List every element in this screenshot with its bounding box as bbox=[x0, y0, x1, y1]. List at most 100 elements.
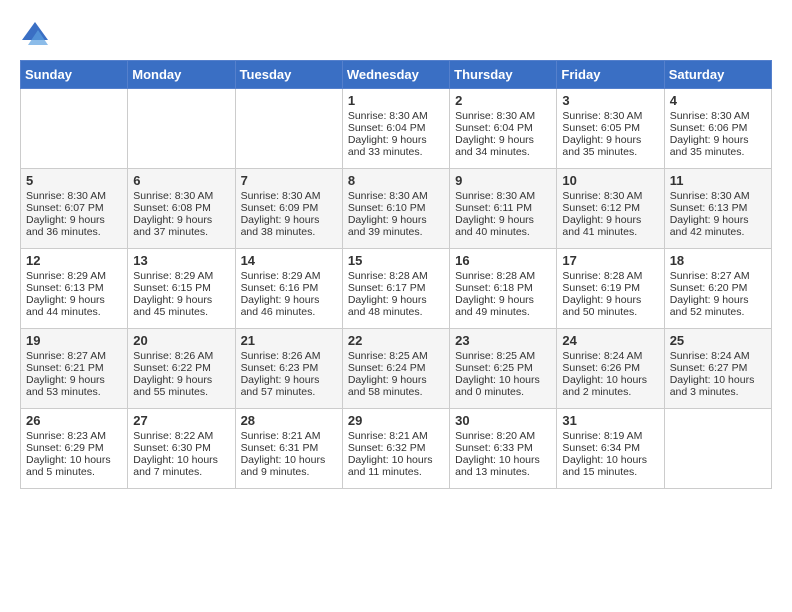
calendar-cell: 12Sunrise: 8:29 AMSunset: 6:13 PMDayligh… bbox=[21, 249, 128, 329]
day-info: Sunset: 6:29 PM bbox=[26, 442, 122, 454]
day-info: Sunset: 6:25 PM bbox=[455, 362, 551, 374]
day-info: Daylight: 9 hours and 41 minutes. bbox=[562, 214, 658, 238]
day-number: 7 bbox=[241, 173, 337, 188]
day-info: Sunrise: 8:30 AM bbox=[26, 190, 122, 202]
calendar-cell: 23Sunrise: 8:25 AMSunset: 6:25 PMDayligh… bbox=[450, 329, 557, 409]
day-info: Daylight: 10 hours and 3 minutes. bbox=[670, 374, 766, 398]
day-number: 27 bbox=[133, 413, 229, 428]
day-info: Daylight: 9 hours and 35 minutes. bbox=[670, 134, 766, 158]
calendar-cell: 28Sunrise: 8:21 AMSunset: 6:31 PMDayligh… bbox=[235, 409, 342, 489]
calendar-week-0: 1Sunrise: 8:30 AMSunset: 6:04 PMDaylight… bbox=[21, 89, 772, 169]
logo bbox=[20, 20, 54, 50]
day-number: 24 bbox=[562, 333, 658, 348]
day-info: Sunset: 6:08 PM bbox=[133, 202, 229, 214]
calendar-cell: 5Sunrise: 8:30 AMSunset: 6:07 PMDaylight… bbox=[21, 169, 128, 249]
calendar-header-friday: Friday bbox=[557, 61, 664, 89]
day-info: Daylight: 9 hours and 49 minutes. bbox=[455, 294, 551, 318]
day-info: Sunset: 6:07 PM bbox=[26, 202, 122, 214]
calendar-week-1: 5Sunrise: 8:30 AMSunset: 6:07 PMDaylight… bbox=[21, 169, 772, 249]
day-number: 30 bbox=[455, 413, 551, 428]
calendar-cell: 15Sunrise: 8:28 AMSunset: 6:17 PMDayligh… bbox=[342, 249, 449, 329]
day-info: Sunrise: 8:26 AM bbox=[133, 350, 229, 362]
calendar-week-4: 26Sunrise: 8:23 AMSunset: 6:29 PMDayligh… bbox=[21, 409, 772, 489]
calendar-cell: 2Sunrise: 8:30 AMSunset: 6:04 PMDaylight… bbox=[450, 89, 557, 169]
day-info: Sunrise: 8:30 AM bbox=[133, 190, 229, 202]
day-info: Daylight: 10 hours and 9 minutes. bbox=[241, 454, 337, 478]
day-info: Daylight: 9 hours and 34 minutes. bbox=[455, 134, 551, 158]
day-info: Sunrise: 8:20 AM bbox=[455, 430, 551, 442]
calendar-cell bbox=[664, 409, 771, 489]
day-number: 26 bbox=[26, 413, 122, 428]
calendar-cell bbox=[235, 89, 342, 169]
day-info: Sunrise: 8:30 AM bbox=[348, 110, 444, 122]
day-info: Sunrise: 8:30 AM bbox=[670, 190, 766, 202]
day-number: 10 bbox=[562, 173, 658, 188]
calendar-cell: 22Sunrise: 8:25 AMSunset: 6:24 PMDayligh… bbox=[342, 329, 449, 409]
day-number: 13 bbox=[133, 253, 229, 268]
day-number: 12 bbox=[26, 253, 122, 268]
day-info: Sunset: 6:19 PM bbox=[562, 282, 658, 294]
calendar-cell: 31Sunrise: 8:19 AMSunset: 6:34 PMDayligh… bbox=[557, 409, 664, 489]
calendar-cell: 1Sunrise: 8:30 AMSunset: 6:04 PMDaylight… bbox=[342, 89, 449, 169]
day-info: Daylight: 9 hours and 38 minutes. bbox=[241, 214, 337, 238]
calendar-cell: 13Sunrise: 8:29 AMSunset: 6:15 PMDayligh… bbox=[128, 249, 235, 329]
day-info: Daylight: 10 hours and 2 minutes. bbox=[562, 374, 658, 398]
day-info: Sunset: 6:22 PM bbox=[133, 362, 229, 374]
calendar-week-2: 12Sunrise: 8:29 AMSunset: 6:13 PMDayligh… bbox=[21, 249, 772, 329]
calendar-cell: 27Sunrise: 8:22 AMSunset: 6:30 PMDayligh… bbox=[128, 409, 235, 489]
day-number: 19 bbox=[26, 333, 122, 348]
calendar-cell: 21Sunrise: 8:26 AMSunset: 6:23 PMDayligh… bbox=[235, 329, 342, 409]
day-info: Sunrise: 8:30 AM bbox=[241, 190, 337, 202]
day-info: Sunrise: 8:21 AM bbox=[348, 430, 444, 442]
calendar-header-sunday: Sunday bbox=[21, 61, 128, 89]
day-number: 18 bbox=[670, 253, 766, 268]
day-info: Sunrise: 8:26 AM bbox=[241, 350, 337, 362]
day-info: Daylight: 9 hours and 55 minutes. bbox=[133, 374, 229, 398]
day-info: Sunset: 6:15 PM bbox=[133, 282, 229, 294]
calendar-cell: 10Sunrise: 8:30 AMSunset: 6:12 PMDayligh… bbox=[557, 169, 664, 249]
day-info: Sunrise: 8:25 AM bbox=[455, 350, 551, 362]
calendar: SundayMondayTuesdayWednesdayThursdayFrid… bbox=[20, 60, 772, 489]
day-info: Sunset: 6:04 PM bbox=[455, 122, 551, 134]
day-info: Sunset: 6:09 PM bbox=[241, 202, 337, 214]
calendar-cell bbox=[21, 89, 128, 169]
day-number: 8 bbox=[348, 173, 444, 188]
day-info: Sunrise: 8:27 AM bbox=[670, 270, 766, 282]
day-info: Daylight: 10 hours and 15 minutes. bbox=[562, 454, 658, 478]
calendar-cell: 29Sunrise: 8:21 AMSunset: 6:32 PMDayligh… bbox=[342, 409, 449, 489]
day-number: 21 bbox=[241, 333, 337, 348]
day-info: Sunrise: 8:30 AM bbox=[670, 110, 766, 122]
calendar-cell: 6 Sunrise: 8:30 AMSunset: 6:08 PMDaylight… bbox=[128, 169, 235, 249]
day-info: Daylight: 9 hours and 37 minutes. bbox=[133, 214, 229, 238]
calendar-cell: 3Sunrise: 8:30 AMSunset: 6:05 PMDaylight… bbox=[557, 89, 664, 169]
day-info: Sunset: 6:20 PM bbox=[670, 282, 766, 294]
day-number: 16 bbox=[455, 253, 551, 268]
day-info: Sunset: 6:31 PM bbox=[241, 442, 337, 454]
day-info: Sunrise: 8:30 AM bbox=[455, 190, 551, 202]
calendar-cell: 16Sunrise: 8:28 AMSunset: 6:18 PMDayligh… bbox=[450, 249, 557, 329]
calendar-body: 1Sunrise: 8:30 AMSunset: 6:04 PMDaylight… bbox=[21, 89, 772, 489]
day-info: Daylight: 9 hours and 40 minutes. bbox=[455, 214, 551, 238]
day-number: 17 bbox=[562, 253, 658, 268]
day-number: 15 bbox=[348, 253, 444, 268]
calendar-cell: 25Sunrise: 8:24 AMSunset: 6:27 PMDayligh… bbox=[664, 329, 771, 409]
day-number: 23 bbox=[455, 333, 551, 348]
day-info: Sunset: 6:33 PM bbox=[455, 442, 551, 454]
day-info: Daylight: 9 hours and 35 minutes. bbox=[562, 134, 658, 158]
day-info: Sunset: 6:34 PM bbox=[562, 442, 658, 454]
day-number: 6 bbox=[133, 173, 229, 188]
day-info: Sunrise: 8:29 AM bbox=[133, 270, 229, 282]
day-info: Daylight: 10 hours and 7 minutes. bbox=[133, 454, 229, 478]
logo-icon bbox=[20, 20, 50, 50]
day-info: Daylight: 9 hours and 46 minutes. bbox=[241, 294, 337, 318]
day-info: Sunrise: 8:24 AM bbox=[562, 350, 658, 362]
calendar-cell: 14Sunrise: 8:29 AMSunset: 6:16 PMDayligh… bbox=[235, 249, 342, 329]
day-info: Sunset: 6:24 PM bbox=[348, 362, 444, 374]
day-info: Daylight: 9 hours and 57 minutes. bbox=[241, 374, 337, 398]
day-info: Daylight: 9 hours and 52 minutes. bbox=[670, 294, 766, 318]
day-number: 14 bbox=[241, 253, 337, 268]
day-number: 20 bbox=[133, 333, 229, 348]
calendar-cell: 9Sunrise: 8:30 AMSunset: 6:11 PMDaylight… bbox=[450, 169, 557, 249]
day-info: Sunrise: 8:29 AM bbox=[26, 270, 122, 282]
day-info: Sunset: 6:27 PM bbox=[670, 362, 766, 374]
